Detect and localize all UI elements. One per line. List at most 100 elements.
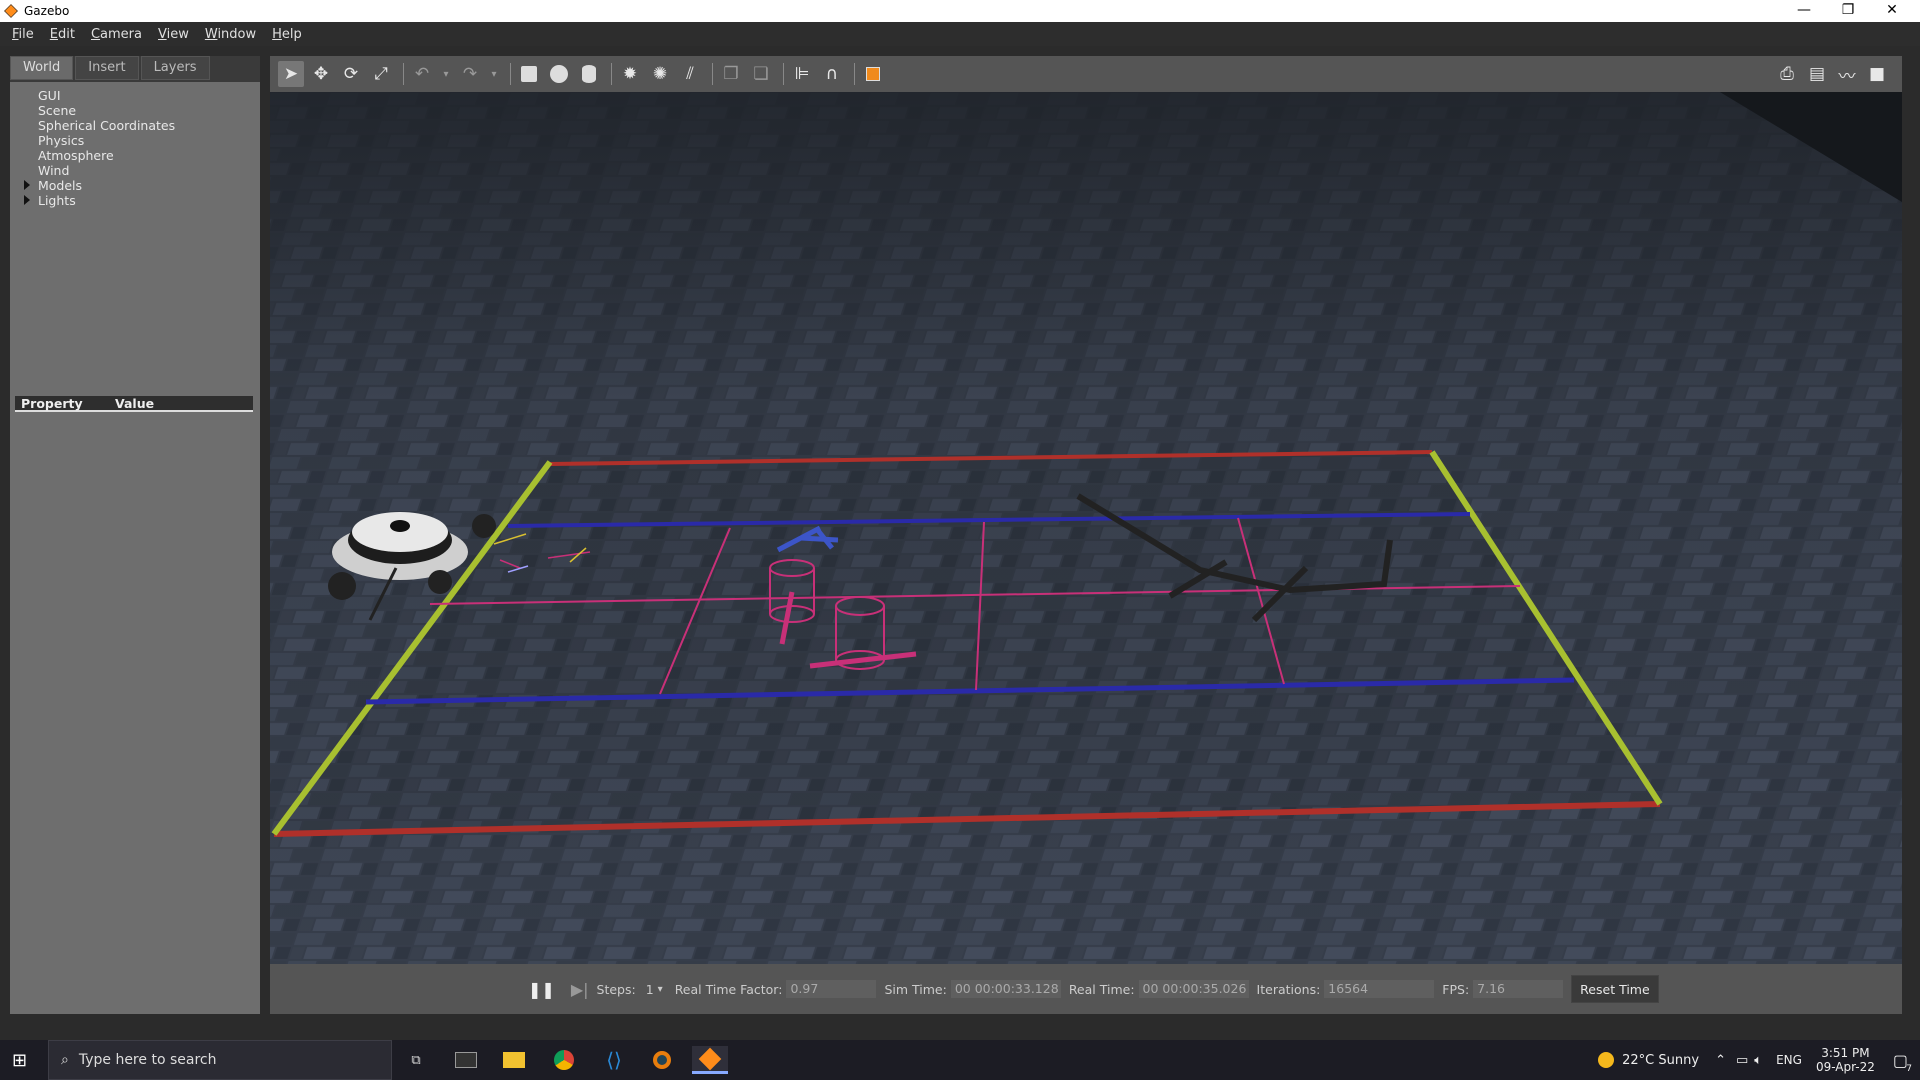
world-tree: GUI Scene Spherical Coordinates Physics … — [10, 82, 260, 412]
select-arrow-icon[interactable]: ➤ — [278, 61, 304, 87]
menu-view[interactable]: View — [150, 27, 197, 42]
tree-item-lights[interactable]: Lights — [10, 193, 260, 208]
plot-icon[interactable]: 〰 — [1834, 61, 1860, 87]
time-panel: ❚❚ ▶| Steps: 1 ▾ Real Time Factor: 0.97 … — [270, 964, 1902, 1014]
clock[interactable]: 3:51 PM 09-Apr-22 — [1816, 1046, 1875, 1074]
menu-bar: File Edit Camera View Window Help — [0, 22, 1920, 46]
paste-icon[interactable]: ❏ — [748, 61, 774, 87]
weather-text[interactable]: 22°C Sunny — [1622, 1053, 1699, 1068]
redo-icon[interactable]: ↷ — [457, 61, 483, 87]
blender-icon[interactable] — [644, 1046, 680, 1074]
redo-dropdown-icon[interactable]: ▾ — [487, 61, 501, 87]
directional-light-icon[interactable]: ⫽ — [677, 61, 703, 87]
tree-item-wind[interactable]: Wind — [10, 163, 260, 178]
viewport-toolbar: ➤ ✥ ⟳ ⤢ ↶ ▾ ↷ ▾ ✹ ✺ ⫽ ❐ ❏ ⊫ ∩ ⎙ ▤ 〰 ■ — [270, 56, 1902, 92]
notification-icon[interactable]: ▢ 7 — [1893, 1051, 1912, 1074]
expand-arrow-icon[interactable] — [24, 195, 30, 205]
search-placeholder: Type here to search — [78, 1052, 217, 1068]
fps-value: 7.16 — [1473, 980, 1564, 998]
tree-item-models[interactable]: Models — [10, 178, 260, 193]
toolbar-separator — [854, 63, 855, 85]
scale-icon[interactable]: ⤢ — [368, 61, 394, 87]
property-column-header: Property — [21, 395, 83, 411]
undo-dropdown-icon[interactable]: ▾ — [439, 61, 453, 87]
window-title: Gazebo — [24, 4, 70, 18]
taskbar-search-box[interactable]: ⌕ Type here to search — [48, 1040, 392, 1080]
menu-camera[interactable]: Camera — [83, 27, 150, 42]
reset-time-button[interactable]: Reset Time — [1571, 975, 1659, 1003]
iterations-value: 16564 — [1324, 980, 1435, 998]
pause-icon[interactable]: ❚❚ — [528, 980, 555, 999]
sphere-icon[interactable] — [546, 61, 572, 87]
steps-dropdown-icon[interactable]: ▾ — [658, 984, 663, 995]
point-light-icon[interactable]: ✹ — [617, 61, 643, 87]
tree-item-atmosphere[interactable]: Atmosphere — [10, 148, 260, 163]
windows-taskbar: ⊞ ⌕ Type here to search ⧉ ⟨⟩ 22°C Sunny … — [0, 1040, 1920, 1080]
left-panel: World Insert Layers GUI Scene Spherical … — [10, 56, 260, 1014]
rotate-icon[interactable]: ⟳ — [338, 61, 364, 87]
vscode-icon[interactable]: ⟨⟩ — [596, 1046, 632, 1074]
gazebo-logo-icon — [4, 4, 18, 18]
value-column-header: Value — [115, 395, 155, 411]
toolbar-separator — [510, 63, 511, 85]
windows-start-icon[interactable]: ⊞ — [12, 1050, 27, 1071]
panel-tabs: World Insert Layers — [10, 56, 212, 80]
network-icon[interactable]: ▭ — [1736, 1053, 1748, 1068]
spot-light-icon[interactable]: ✺ — [647, 61, 673, 87]
screenshot-icon[interactable]: ⎙ — [1774, 61, 1800, 87]
rtf-label: Real Time Factor: — [674, 981, 783, 997]
menu-edit[interactable]: Edit — [42, 27, 83, 42]
snap-icon[interactable]: ∩ — [819, 61, 845, 87]
align-icon[interactable]: ⊫ — [789, 61, 815, 87]
task-view-icon[interactable]: ⧉ — [398, 1046, 434, 1074]
translate-icon[interactable]: ✥ — [308, 61, 334, 87]
steps-label: Steps: — [596, 981, 636, 997]
tab-world[interactable]: World — [10, 56, 74, 80]
toolbar-separator — [712, 63, 713, 85]
tree-item-gui[interactable]: GUI — [10, 88, 260, 103]
tree-item-scene[interactable]: Scene — [10, 103, 260, 118]
toolbar-right-group: ⎙ ▤ 〰 ■ — [1774, 61, 1894, 87]
terminal-icon[interactable] — [448, 1046, 484, 1074]
tree-item-spherical-coordinates[interactable]: Spherical Coordinates — [10, 118, 260, 133]
language-indicator[interactable]: ENG — [1776, 1053, 1802, 1067]
tab-layers[interactable]: Layers — [140, 56, 210, 80]
fps-label: FPS: — [1442, 981, 1470, 997]
chrome-icon[interactable] — [546, 1046, 582, 1074]
tab-insert[interactable]: Insert — [75, 56, 139, 80]
search-icon: ⌕ — [61, 1052, 69, 1068]
view-angle-icon[interactable] — [860, 61, 886, 87]
steps-value[interactable]: 1 — [646, 982, 654, 997]
rtf-value: 0.97 — [786, 980, 877, 998]
copy-icon[interactable]: ❐ — [718, 61, 744, 87]
scene-viewport[interactable]: ➤ ✥ ⟳ ⤢ ↶ ▾ ↷ ▾ ✹ ✺ ⫽ ❐ ❏ ⊫ ∩ ⎙ ▤ 〰 ■ — [270, 56, 1902, 964]
gazebo-taskbar-icon[interactable] — [692, 1046, 728, 1074]
expand-arrow-icon[interactable] — [24, 180, 30, 190]
real-time-label: Real Time: — [1068, 981, 1135, 997]
cylinder-icon[interactable] — [576, 61, 602, 87]
undo-icon[interactable]: ↶ — [409, 61, 435, 87]
restore-button[interactable]: ❐ — [1826, 0, 1870, 22]
tree-item-physics[interactable]: Physics — [10, 133, 260, 148]
iterations-label: Iterations: — [1256, 981, 1321, 997]
property-area — [10, 412, 260, 1014]
record-video-icon[interactable]: ■ — [1864, 61, 1890, 87]
clock-date: 09-Apr-22 — [1815, 1060, 1875, 1074]
weather-sun-icon[interactable] — [1598, 1052, 1615, 1068]
minimize-button[interactable]: — — [1782, 0, 1826, 22]
close-button[interactable]: ✕ — [1870, 0, 1914, 22]
step-icon[interactable]: ▶| — [571, 980, 589, 999]
3d-scene[interactable] — [270, 92, 1902, 964]
volume-icon[interactable]: 🔈︎ — [1754, 1053, 1762, 1068]
toolbar-separator — [783, 63, 784, 85]
log-icon[interactable]: ▤ — [1804, 61, 1830, 87]
toolbar-separator — [611, 63, 612, 85]
real-time-value: 00 00:00:35.026 — [1138, 980, 1249, 998]
menu-help[interactable]: Help — [264, 27, 310, 42]
tray-chevron-icon[interactable]: ⌃ — [1715, 1053, 1726, 1068]
system-tray: 22°C Sunny ⌃ ▭ 🔈︎ ENG 3:51 PM 09-Apr-22 … — [1598, 1040, 1920, 1080]
menu-window[interactable]: Window — [197, 27, 264, 42]
file-explorer-icon[interactable] — [496, 1046, 532, 1074]
menu-file[interactable]: File — [4, 27, 42, 42]
box-icon[interactable] — [516, 61, 542, 87]
